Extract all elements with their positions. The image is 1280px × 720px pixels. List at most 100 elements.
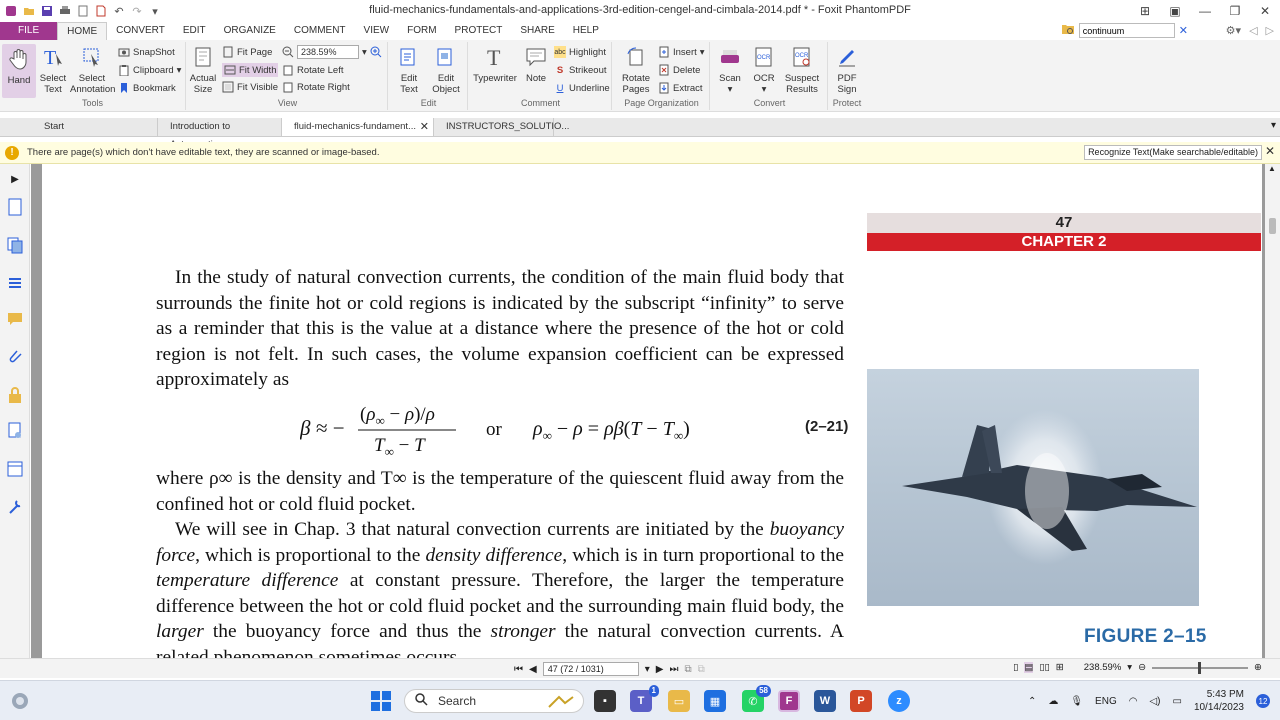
delete-button[interactable]: Delete: [658, 64, 700, 76]
clock[interactable]: 5:43 PM 10/14/2023: [1194, 688, 1244, 714]
tab-help[interactable]: HELP: [564, 22, 608, 40]
zoom-in-icon[interactable]: [370, 46, 382, 58]
whatsapp-icon[interactable]: ✆ 58: [742, 685, 771, 712]
save-icon[interactable]: [40, 4, 54, 18]
strikeout-button[interactable]: S Strikeout: [554, 64, 607, 76]
scrollbar-thumb[interactable]: [1269, 218, 1276, 234]
actual-size-button[interactable]: Actual Size: [188, 44, 218, 95]
maximize-button[interactable]: ❐: [1220, 0, 1250, 22]
tab-organize[interactable]: ORGANIZE: [215, 22, 285, 40]
print-icon[interactable]: [58, 4, 72, 18]
store-icon[interactable]: ▦: [704, 690, 726, 712]
tab-edit[interactable]: EDIT: [174, 22, 215, 40]
settings-gear-icon[interactable]: ⚙▾: [1226, 24, 1241, 37]
new-icon[interactable]: [76, 4, 90, 18]
zoom-slider-knob[interactable]: [1198, 661, 1202, 674]
next-view-icon[interactable]: ⧉: [698, 664, 705, 675]
wifi-icon[interactable]: ◠: [1129, 696, 1138, 707]
tab-share[interactable]: SHARE: [511, 22, 563, 40]
suspect-results-button[interactable]: OCR Suspect Results: [780, 44, 824, 95]
redo-icon[interactable]: ↷: [130, 4, 144, 18]
restore-icon[interactable]: ▣: [1160, 0, 1190, 22]
powerpoint-icon[interactable]: P: [850, 690, 872, 712]
pdf-sign-button[interactable]: PDF Sign: [830, 44, 864, 95]
clear-search-icon[interactable]: ✕: [1179, 24, 1188, 37]
ribbon-display-icon[interactable]: ⊞: [1130, 0, 1160, 22]
typewriter-button[interactable]: T Typewriter: [472, 44, 518, 84]
signatures-icon[interactable]: [6, 422, 24, 440]
battery-icon[interactable]: ▭: [1172, 696, 1181, 707]
tab-convert[interactable]: CONVERT: [107, 22, 174, 40]
teams-chat-icon[interactable]: T1: [630, 685, 659, 712]
zoom-out-icon[interactable]: [282, 46, 294, 58]
continuous-page-icon[interactable]: ▤: [1024, 662, 1034, 673]
tab-view[interactable]: VIEW: [355, 22, 399, 40]
tab-start[interactable]: Start: [0, 118, 158, 136]
content-panel-icon[interactable]: [6, 460, 24, 478]
rotate-pages-button[interactable]: Rotate Pages: [618, 44, 654, 95]
tab-home[interactable]: HOME: [57, 22, 108, 40]
edit-object-button[interactable]: Edit Object: [428, 44, 464, 95]
prev-page-icon[interactable]: ◀: [529, 664, 537, 675]
undo-icon[interactable]: ↶: [112, 4, 126, 18]
expand-panel-icon[interactable]: ▶: [6, 170, 24, 188]
tab-introduction-to-astronautics[interactable]: Introduction to Astronautics: [158, 118, 282, 150]
page-number-field[interactable]: 47 (72 / 1031): [542, 662, 639, 676]
zoom-slider[interactable]: [1152, 661, 1249, 674]
word-icon[interactable]: W: [814, 690, 836, 712]
search-input[interactable]: [1078, 23, 1175, 38]
status-zoom-value[interactable]: 238.59%: [1084, 662, 1122, 673]
extract-button[interactable]: Extract: [658, 82, 703, 94]
continuous-facing-icon[interactable]: ⊞: [1056, 662, 1064, 673]
zoom-dropdown-icon[interactable]: ▾: [362, 47, 367, 58]
zoom-app-icon[interactable]: z: [888, 690, 910, 712]
layers-icon[interactable]: [6, 236, 24, 254]
zoom-dropdown-icon[interactable]: ▾: [1127, 662, 1132, 673]
insert-button[interactable]: Insert ▾: [658, 46, 705, 58]
close-tab-icon[interactable]: ✕: [420, 118, 429, 136]
last-page-icon[interactable]: ⏭: [669, 664, 678, 675]
tab-file[interactable]: FILE: [0, 22, 58, 40]
open-icon[interactable]: [22, 4, 36, 18]
scan-button[interactable]: Scan ▾: [714, 44, 746, 95]
fit-width-button[interactable]: Fit Width: [222, 63, 279, 77]
start-windows-icon[interactable]: [370, 690, 392, 715]
zoom-in-icon[interactable]: ⊕: [1254, 662, 1262, 673]
select-annotation-button[interactable]: Select Annotation: [70, 44, 115, 95]
rotate-left-button[interactable]: Rotate Left: [282, 64, 343, 76]
bookmark-button[interactable]: Bookmark: [118, 82, 176, 94]
customize-dropdown-icon[interactable]: ▾: [148, 4, 162, 18]
tab-instructors-solutions[interactable]: INSTRUCTORS_SOLUTIO...: [434, 118, 569, 136]
tab-comment[interactable]: COMMENT: [285, 22, 355, 40]
close-button[interactable]: ✕: [1250, 0, 1280, 22]
tools-wrench-icon[interactable]: [6, 498, 24, 516]
task-view-icon[interactable]: ▪: [594, 690, 616, 712]
attachments-icon[interactable]: [6, 348, 24, 366]
next-view-icon[interactable]: ▷: [1266, 24, 1274, 37]
single-page-icon[interactable]: ▯: [1013, 662, 1018, 673]
weather-icon[interactable]: [10, 691, 30, 714]
page-dropdown-icon[interactable]: ▾: [645, 664, 650, 675]
select-text-button[interactable]: T Select Text: [38, 44, 68, 95]
edit-text-button[interactable]: Edit Text: [394, 44, 424, 95]
rotate-right-button[interactable]: Rotate Right: [282, 81, 350, 93]
file-explorer-icon[interactable]: ▭: [668, 690, 690, 712]
show-hidden-icons[interactable]: ⌃: [1028, 696, 1036, 707]
comments-panel-icon[interactable]: [6, 310, 24, 328]
recognize-text-button[interactable]: Recognize Text(Make searchable/editable): [1084, 145, 1262, 160]
highlight-button[interactable]: abc Highlight: [554, 46, 606, 58]
snapshot-button[interactable]: SnapShot: [118, 46, 175, 58]
notification-count-badge[interactable]: 12: [1256, 694, 1270, 708]
microphone-icon[interactable]: 🎙: [1070, 696, 1083, 707]
minimize-button[interactable]: —: [1190, 0, 1220, 22]
language-indicator[interactable]: ENG: [1095, 696, 1117, 707]
note-button[interactable]: Note: [522, 44, 550, 84]
next-page-icon[interactable]: ▶: [656, 664, 664, 675]
volume-icon[interactable]: ◁): [1149, 696, 1160, 707]
document-viewport[interactable]: In the study of natural convection curre…: [31, 164, 1265, 658]
prev-view-icon[interactable]: ◁: [1249, 24, 1257, 37]
tab-form[interactable]: FORM: [398, 22, 445, 40]
close-notification-icon[interactable]: ✕: [1265, 144, 1275, 158]
create-icon[interactable]: [94, 4, 108, 18]
vertical-scrollbar[interactable]: ▲: [1265, 164, 1280, 658]
